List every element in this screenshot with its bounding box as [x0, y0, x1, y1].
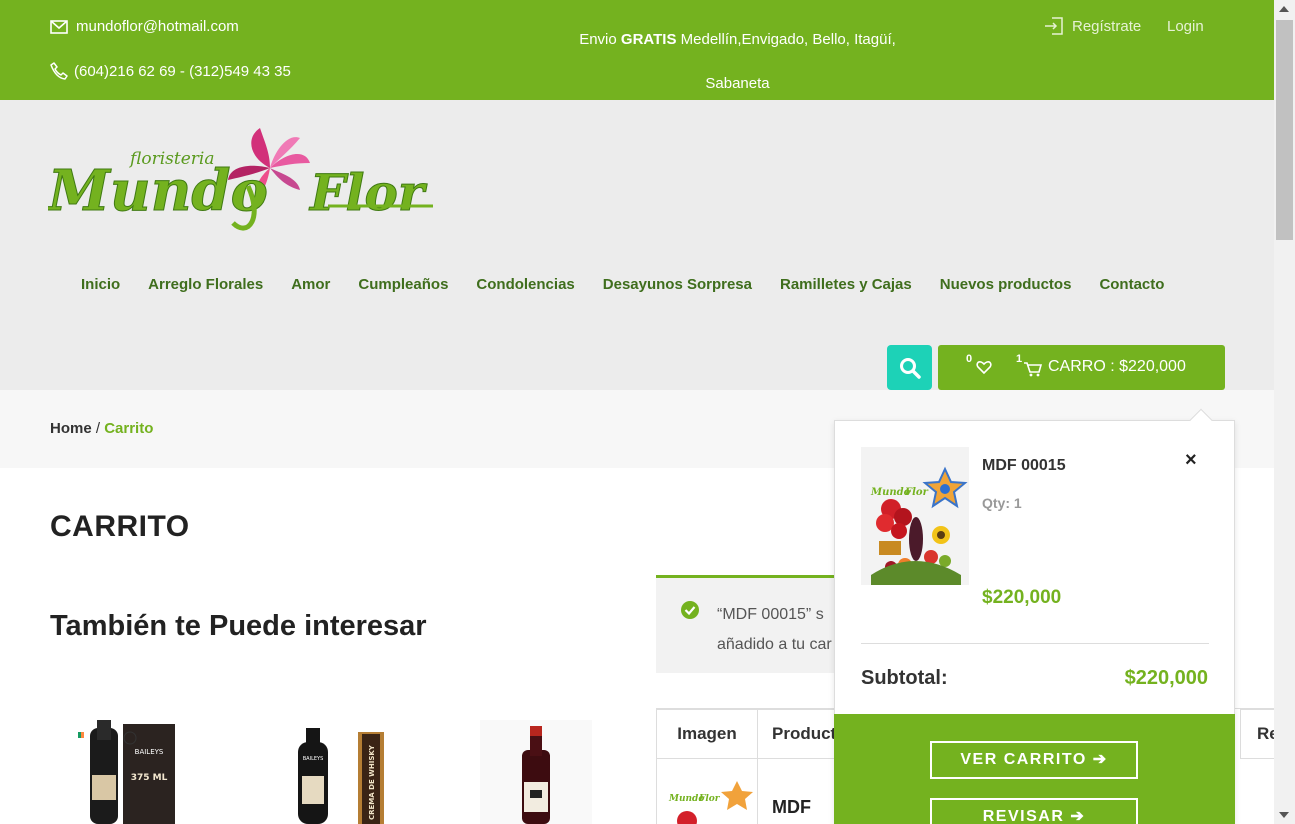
scroll-down-arrow-icon[interactable]	[1279, 812, 1289, 818]
nav-amor[interactable]: Amor	[277, 276, 344, 293]
breadcrumb-current: Carrito	[104, 420, 154, 437]
success-notice: “MDF 00015” s añadido a tu car	[656, 575, 856, 673]
related-brand-1: BAILEYS	[135, 748, 164, 756]
mini-cart-footer: VER CARRITO ➔ REVISAR ➔	[834, 714, 1235, 824]
heart-icon	[976, 361, 992, 375]
search-icon	[899, 357, 921, 379]
subtotal-value: $220,000	[1124, 667, 1208, 689]
shipping-prefix: Envio	[579, 31, 617, 48]
top-bar: mundoflor@hotmail.com (604)216 62 69 - (…	[0, 0, 1274, 100]
login-icon	[1045, 17, 1063, 35]
mini-cart-dropdown: Mundo Flor MDF 00015 Qty: 1 × $220,000 S…	[834, 408, 1235, 824]
wishlist-count: 0	[966, 353, 973, 365]
shipping-line1: Medellín,Envigado, Bello, Itagüí,	[680, 31, 896, 48]
baileys-375-image: 375 ML BAILEYS	[78, 720, 182, 824]
logo-graphic: floristeria Mundo Flor	[46, 128, 433, 231]
mini-cart-price: $220,000	[982, 587, 1062, 608]
related-product-2[interactable]: BAILEYS CREMA DE WHISKY	[280, 720, 390, 824]
related-brand-2: BAILEYS	[303, 756, 324, 762]
related-product-3[interactable]	[480, 720, 592, 824]
phone-text: (604)216 62 69 - (312)549 43 35	[74, 62, 291, 80]
phone-icon	[50, 62, 68, 80]
logo-main-text-2: Flor	[308, 163, 428, 222]
checkout-button[interactable]: REVISAR ➔	[930, 798, 1138, 824]
baileys-whisky-image: BAILEYS CREMA DE WHISKY	[280, 720, 390, 824]
nav-inicio[interactable]: Inicio	[67, 276, 134, 293]
scrollbar-thumb[interactable]	[1276, 20, 1293, 240]
nav-contacto[interactable]: Contacto	[1085, 276, 1178, 293]
shipping-bold: GRATIS	[620, 31, 677, 48]
check-circle-icon	[681, 601, 699, 619]
nav-condolencias[interactable]: Condolencias	[462, 276, 588, 293]
page-title: CARRITO	[50, 510, 190, 543]
notice-line2: añadido a tu car	[717, 636, 832, 653]
related-title: También te Puede interesar	[50, 610, 427, 642]
search-button[interactable]	[887, 345, 932, 390]
col-image-header: Imagen	[656, 709, 758, 759]
nav-arreglo-florales[interactable]: Arreglo Florales	[134, 276, 277, 293]
site-logo[interactable]: floristeria Mundo Flor	[46, 128, 438, 240]
mini-cart-divider	[861, 643, 1209, 644]
cart-count: 1	[1016, 353, 1023, 365]
logo-main-text: Mundo	[48, 158, 268, 224]
email-text: mundoflor@hotmail.com	[76, 18, 239, 35]
mini-cart-thumb[interactable]: Mundo Flor	[861, 447, 969, 585]
related-product-1[interactable]: 375 ML BAILEYS	[78, 720, 182, 824]
breadcrumb-home[interactable]: Home	[50, 420, 92, 437]
mini-cart-product-name[interactable]: MDF 00015	[982, 457, 1066, 475]
cart-total-label: CARRO : $220,000	[1048, 358, 1186, 375]
svg-text:Flor: Flor	[904, 487, 929, 498]
nav-ramilletes-y-cajas[interactable]: Ramilletes y Cajas	[766, 276, 926, 293]
view-cart-button[interactable]: VER CARRITO ➔	[930, 741, 1138, 779]
related-label-2: CREMA DE WHISKY	[368, 744, 376, 820]
breadcrumb-separator: /	[91, 420, 105, 437]
nav-desayunos-sorpresa[interactable]: Desayunos Sorpresa	[589, 276, 766, 293]
row-image[interactable]: Mundo Flor	[656, 759, 758, 824]
row-product-thumb: Mundo Flor	[657, 759, 757, 824]
nav-nuevos-productos[interactable]: Nuevos productos	[926, 276, 1086, 293]
cart-icon	[1024, 362, 1042, 377]
mail-icon	[50, 19, 68, 34]
remove-item-close-icon[interactable]: ×	[1185, 449, 1197, 472]
top-email[interactable]: mundoflor@hotmail.com	[50, 18, 239, 35]
cart-button[interactable]: 0 1 CARRO : $220,000	[938, 345, 1225, 390]
flower-arrangement-image: Mundo Flor	[861, 447, 969, 585]
notice-line1: “MDF 00015” s	[717, 606, 824, 623]
breadcrumb: Home / Carrito	[50, 420, 153, 437]
register-label: Regístrate	[1072, 17, 1142, 35]
main-nav: Inicio Arreglo Florales Amor Cumpleaños …	[67, 276, 1178, 293]
shipping-info: Envio GRATIS Medellín,Envigado, Bello, I…	[560, 18, 915, 106]
shipping-line2: Sabaneta	[705, 75, 770, 92]
related-label-1: 375 ML	[131, 773, 168, 783]
subtotal-label: Subtotal:	[861, 667, 948, 689]
register-link[interactable]: Regístrate	[1044, 16, 1141, 36]
wine-bottle-image	[480, 720, 592, 824]
row-product-name[interactable]: MDF	[772, 797, 811, 818]
page-scrollbar[interactable]	[1274, 0, 1295, 824]
top-phone[interactable]: (604)216 62 69 - (312)549 43 35	[50, 62, 291, 80]
scroll-up-arrow-icon[interactable]	[1279, 6, 1289, 12]
login-link[interactable]: Login	[1167, 18, 1204, 35]
svg-text:Flor: Flor	[698, 794, 721, 804]
header: floristeria Mundo Flor Inicio Arreglo Fl…	[0, 100, 1274, 390]
mini-cart-qty: Qty: 1	[982, 495, 1022, 511]
nav-cumpleanos[interactable]: Cumpleaños	[344, 276, 462, 293]
